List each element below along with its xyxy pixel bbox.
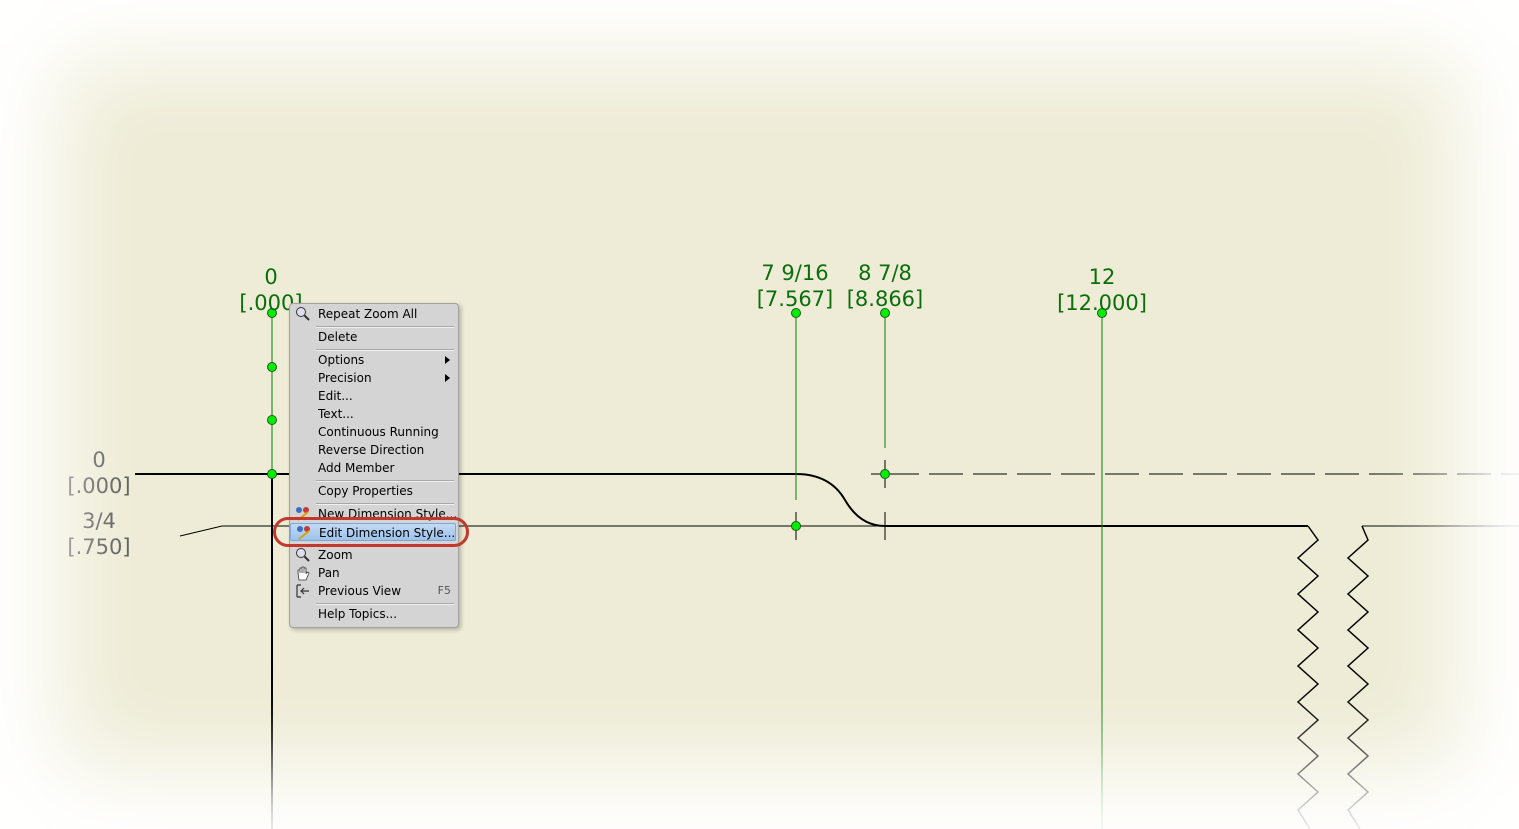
- menu-item-previous-view[interactable]: Previous View F5: [290, 582, 456, 600]
- navigation-bar-ghost: [1484, 10, 1515, 195]
- menu-item-label: Add Member: [318, 461, 395, 475]
- dimension-value: 8 7/8: [858, 261, 912, 285]
- menu-item-zoom[interactable]: Zoom: [290, 546, 456, 564]
- menu-item-continuous-running[interactable]: Continuous Running: [290, 423, 456, 441]
- menu-item-label: Previous View: [318, 584, 402, 598]
- dimension-style-icon: [296, 507, 309, 521]
- dimension-value: 7 9/16: [761, 261, 829, 285]
- menu-item-copy-properties[interactable]: Copy Properties: [290, 482, 456, 500]
- menu-item-label: Reverse Direction: [318, 443, 425, 457]
- menu-item-label: Copy Properties: [318, 484, 413, 498]
- menu-item-options[interactable]: Options: [290, 351, 456, 369]
- menu-item-label: Precision: [318, 371, 372, 385]
- dimension-metric: [8.866]: [846, 287, 924, 311]
- menu-item-label: Edit Dimension Style...: [319, 526, 456, 540]
- context-menu: Repeat Zoom All Delete Options Precision…: [289, 303, 459, 628]
- menu-item-edit[interactable]: Edit...: [290, 387, 456, 405]
- menu-item-label: Pan: [318, 566, 340, 580]
- menu-item-label: Repeat Zoom All: [318, 307, 418, 321]
- drawing-geometry: [135, 308, 1519, 829]
- grip: [880, 469, 890, 479]
- dimension-label-12[interactable]: 12 [12.000]: [1052, 264, 1152, 316]
- menu-item-text[interactable]: Text...: [290, 405, 456, 423]
- grip: [791, 521, 801, 531]
- dimension-value: 12: [1088, 265, 1116, 289]
- menu-item-label: New Dimension Style...: [318, 507, 458, 521]
- menu-item-new-dimension-style[interactable]: New Dimension Style...: [290, 505, 458, 523]
- pan-hand-icon: [297, 566, 310, 581]
- dimension-label-left-0[interactable]: 0 [.000]: [60, 447, 138, 499]
- menu-item-label: Delete: [318, 330, 358, 344]
- menu-item-label: Options: [318, 353, 365, 367]
- menu-item-edit-dimension-style[interactable]: Edit Dimension Style...: [290, 523, 456, 541]
- previous-view-icon: [296, 584, 309, 598]
- grip: [267, 415, 277, 425]
- edit-dimension-style-icon: [297, 526, 310, 540]
- menu-item-repeat-zoom-all[interactable]: Repeat Zoom All: [290, 305, 456, 323]
- dimension-metric: [12.000]: [1057, 291, 1147, 315]
- dimension-label-left-3-4[interactable]: 3/4 [.750]: [60, 508, 138, 560]
- dimension-metric: [.000]: [67, 474, 131, 498]
- menu-item-label: Text...: [318, 407, 354, 421]
- dimension-metric: [.750]: [67, 535, 131, 559]
- menu-item-delete[interactable]: Delete: [290, 328, 456, 346]
- break-line-left: [1296, 525, 1320, 829]
- menu-item-add-member[interactable]: Add Member: [290, 459, 456, 477]
- break-line-right: [1346, 525, 1370, 829]
- menu-item-reverse-direction[interactable]: Reverse Direction: [290, 441, 456, 459]
- menu-item-precision[interactable]: Precision: [290, 369, 456, 387]
- menu-item-label: Help Topics...: [318, 607, 398, 621]
- dimension-value: 0: [264, 265, 278, 289]
- dimension-value: 0: [92, 448, 106, 472]
- dimension-label-7-9-16[interactable]: 7 9/16 [7.567]: [745, 260, 845, 312]
- menu-item-label: Edit...: [318, 389, 353, 403]
- menu-item-shortcut: F5: [437, 584, 451, 597]
- dimension-metric: [7.567]: [756, 287, 834, 311]
- grip: [267, 362, 277, 372]
- submenu-arrow-icon: [445, 374, 450, 382]
- dimension-label-8-7-8[interactable]: 8 7/8 [8.866]: [840, 260, 930, 312]
- grip: [267, 469, 277, 479]
- menu-item-pan[interactable]: Pan: [290, 564, 456, 582]
- menu-item-label: Zoom: [318, 548, 353, 562]
- submenu-arrow-icon: [445, 356, 450, 364]
- dimension-value: 3/4: [82, 509, 116, 533]
- menu-item-help-topics[interactable]: Help Topics...: [290, 605, 456, 623]
- zoom-icon: [296, 548, 310, 562]
- zoom-icon: [296, 307, 310, 321]
- menu-item-label: Continuous Running: [318, 425, 439, 439]
